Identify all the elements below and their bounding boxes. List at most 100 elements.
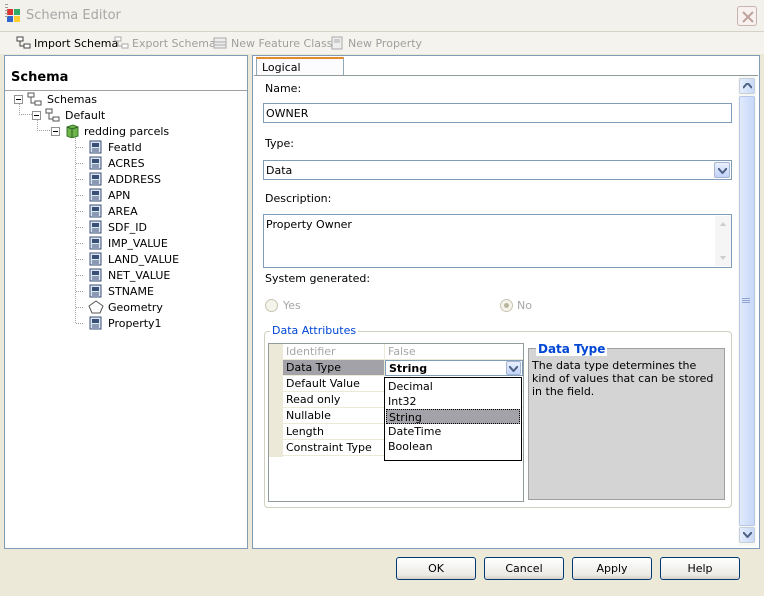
collapse-toggle[interactable]: [51, 126, 60, 136]
feature-class-icon: [64, 124, 80, 139]
tree-label: LAND_VALUE: [108, 252, 180, 266]
dropdown-option[interactable]: Decimal: [386, 379, 520, 394]
data-property-icon: [88, 188, 104, 202]
toolbar-grip[interactable]: [5, 4, 8, 18]
data-property-icon: [88, 156, 104, 170]
tree-node-property[interactable]: SDF_ID: [76, 219, 147, 235]
grid-row-name[interactable]: Nullable: [283, 408, 384, 424]
description-scrollbar[interactable]: [715, 216, 731, 266]
grid-row-name[interactable]: Read only: [283, 392, 384, 408]
tree-node-property[interactable]: STNAME: [76, 283, 154, 299]
tree-node-property[interactable]: Geometry: [76, 299, 163, 315]
collapse-toggle[interactable]: [14, 94, 23, 104]
new-feature-class-label: New Feature Class: [231, 36, 333, 50]
grid-row-name[interactable]: Length: [283, 424, 384, 440]
data-property-icon: [88, 172, 104, 186]
close-icon: [742, 11, 754, 23]
property-grid-margin: [269, 344, 283, 457]
import-schema-button[interactable]: Import Schema: [16, 34, 118, 52]
tree-node-property[interactable]: AREA: [76, 203, 138, 219]
vertical-scrollbar[interactable]: [738, 76, 756, 546]
system-generated-label: System generated:: [265, 272, 371, 285]
grid-row-name[interactable]: Default Value: [283, 376, 384, 392]
tree-label: Schemas: [47, 92, 97, 106]
new-feature-class-button[interactable]: New Feature Class: [213, 34, 333, 52]
tree-node-property[interactable]: Property1: [76, 315, 162, 331]
cancel-button[interactable]: Cancel: [484, 557, 564, 580]
new-property-button[interactable]: New Property: [330, 34, 422, 52]
tree-node-feature-class[interactable]: redding parcels: [51, 123, 169, 139]
dropdown-option[interactable]: String: [386, 409, 520, 424]
tree-node-property[interactable]: FeatId: [76, 139, 142, 155]
type-select-value: Data: [266, 164, 293, 177]
chevron-up-icon: [743, 83, 752, 89]
type-select[interactable]: Data: [263, 160, 732, 180]
grid-row-name[interactable]: Data Type: [283, 360, 384, 376]
data-property-icon: [88, 316, 104, 330]
tree-node-property[interactable]: LAND_VALUE: [76, 251, 179, 267]
tree-label: ADDRESS: [108, 172, 162, 186]
new-property-label: New Property: [348, 36, 423, 50]
import-schema-label: Import Schema: [34, 36, 119, 50]
new-property-icon: [330, 36, 345, 50]
export-schema-button[interactable]: Export Schema: [114, 34, 216, 52]
tree-node-property[interactable]: IMP_VALUE: [76, 235, 168, 251]
data-type-dropdown-list[interactable]: Decimal Int32 String DateTime Boolean: [384, 377, 522, 461]
tree-label: Property1: [108, 316, 162, 330]
export-schema-icon: [114, 36, 129, 50]
type-dropdown-button[interactable]: [714, 162, 730, 178]
system-generated-no-radio[interactable]: [500, 299, 513, 312]
tree-node-schemas[interactable]: Schemas: [14, 91, 97, 107]
import-schema-icon: [16, 36, 31, 50]
tree-node-property[interactable]: ADDRESS: [76, 171, 161, 187]
chevron-down-icon: [718, 168, 727, 174]
schema-icon: [45, 108, 61, 122]
dropdown-option[interactable]: DateTime: [386, 424, 520, 439]
apply-button[interactable]: Apply: [572, 557, 652, 580]
data-type-dropdown-button[interactable]: [506, 361, 521, 375]
tree-label: ACRES: [108, 156, 145, 170]
dropdown-option[interactable]: Boolean: [386, 439, 520, 454]
window-title: Schema Editor: [26, 8, 121, 23]
tree-node-property[interactable]: NET_VALUE: [76, 267, 170, 283]
data-attributes-title: Data Attributes: [270, 324, 359, 337]
scroll-thumb[interactable]: [739, 96, 755, 526]
app-icon: [7, 9, 21, 23]
description-label: Description:: [265, 192, 332, 205]
system-generated-yes-radio[interactable]: [265, 299, 278, 312]
schema-panel-header: Schema: [11, 70, 69, 85]
tree-node-default[interactable]: Default: [32, 107, 105, 123]
name-label: Name:: [265, 82, 302, 95]
tree-label: FeatId: [108, 140, 142, 154]
data-property-icon: [88, 284, 104, 298]
chevron-down-icon: [509, 366, 518, 372]
tree-node-property[interactable]: APN: [76, 187, 130, 203]
new-feature-class-icon: [213, 36, 228, 50]
schema-root-icon: [27, 92, 43, 106]
help-button[interactable]: Help: [660, 557, 740, 580]
grid-row-name[interactable]: Constraint Type: [283, 440, 384, 456]
close-button[interactable]: [737, 6, 757, 26]
help-title: Data Type: [536, 342, 608, 356]
data-property-icon: [88, 220, 104, 234]
tree-label: Default: [65, 108, 106, 122]
collapse-toggle[interactable]: [32, 110, 41, 120]
description-text: Property Owner: [266, 218, 352, 231]
scroll-down-button[interactable]: [739, 527, 755, 543]
yes-label: Yes: [283, 299, 301, 312]
grid-row-value[interactable]: False: [385, 344, 523, 360]
type-label: Type:: [265, 137, 294, 150]
tree-node-property[interactable]: ACRES: [76, 155, 145, 171]
data-property-icon: [88, 268, 104, 282]
grid-row-name[interactable]: Identifier: [283, 344, 384, 360]
tree-label: Geometry: [108, 300, 163, 314]
dropdown-option[interactable]: Int32: [386, 394, 520, 409]
tab-logical-property[interactable]: Logical Property: [256, 57, 344, 87]
grid-row-value[interactable]: String: [385, 360, 523, 376]
scroll-up-button[interactable]: [739, 78, 755, 94]
tree-label: APN: [108, 188, 131, 202]
description-field[interactable]: Property Owner: [263, 214, 732, 268]
geometry-property-icon: [88, 300, 104, 314]
name-field[interactable]: OWNER: [263, 103, 732, 123]
ok-button[interactable]: OK: [396, 557, 476, 580]
